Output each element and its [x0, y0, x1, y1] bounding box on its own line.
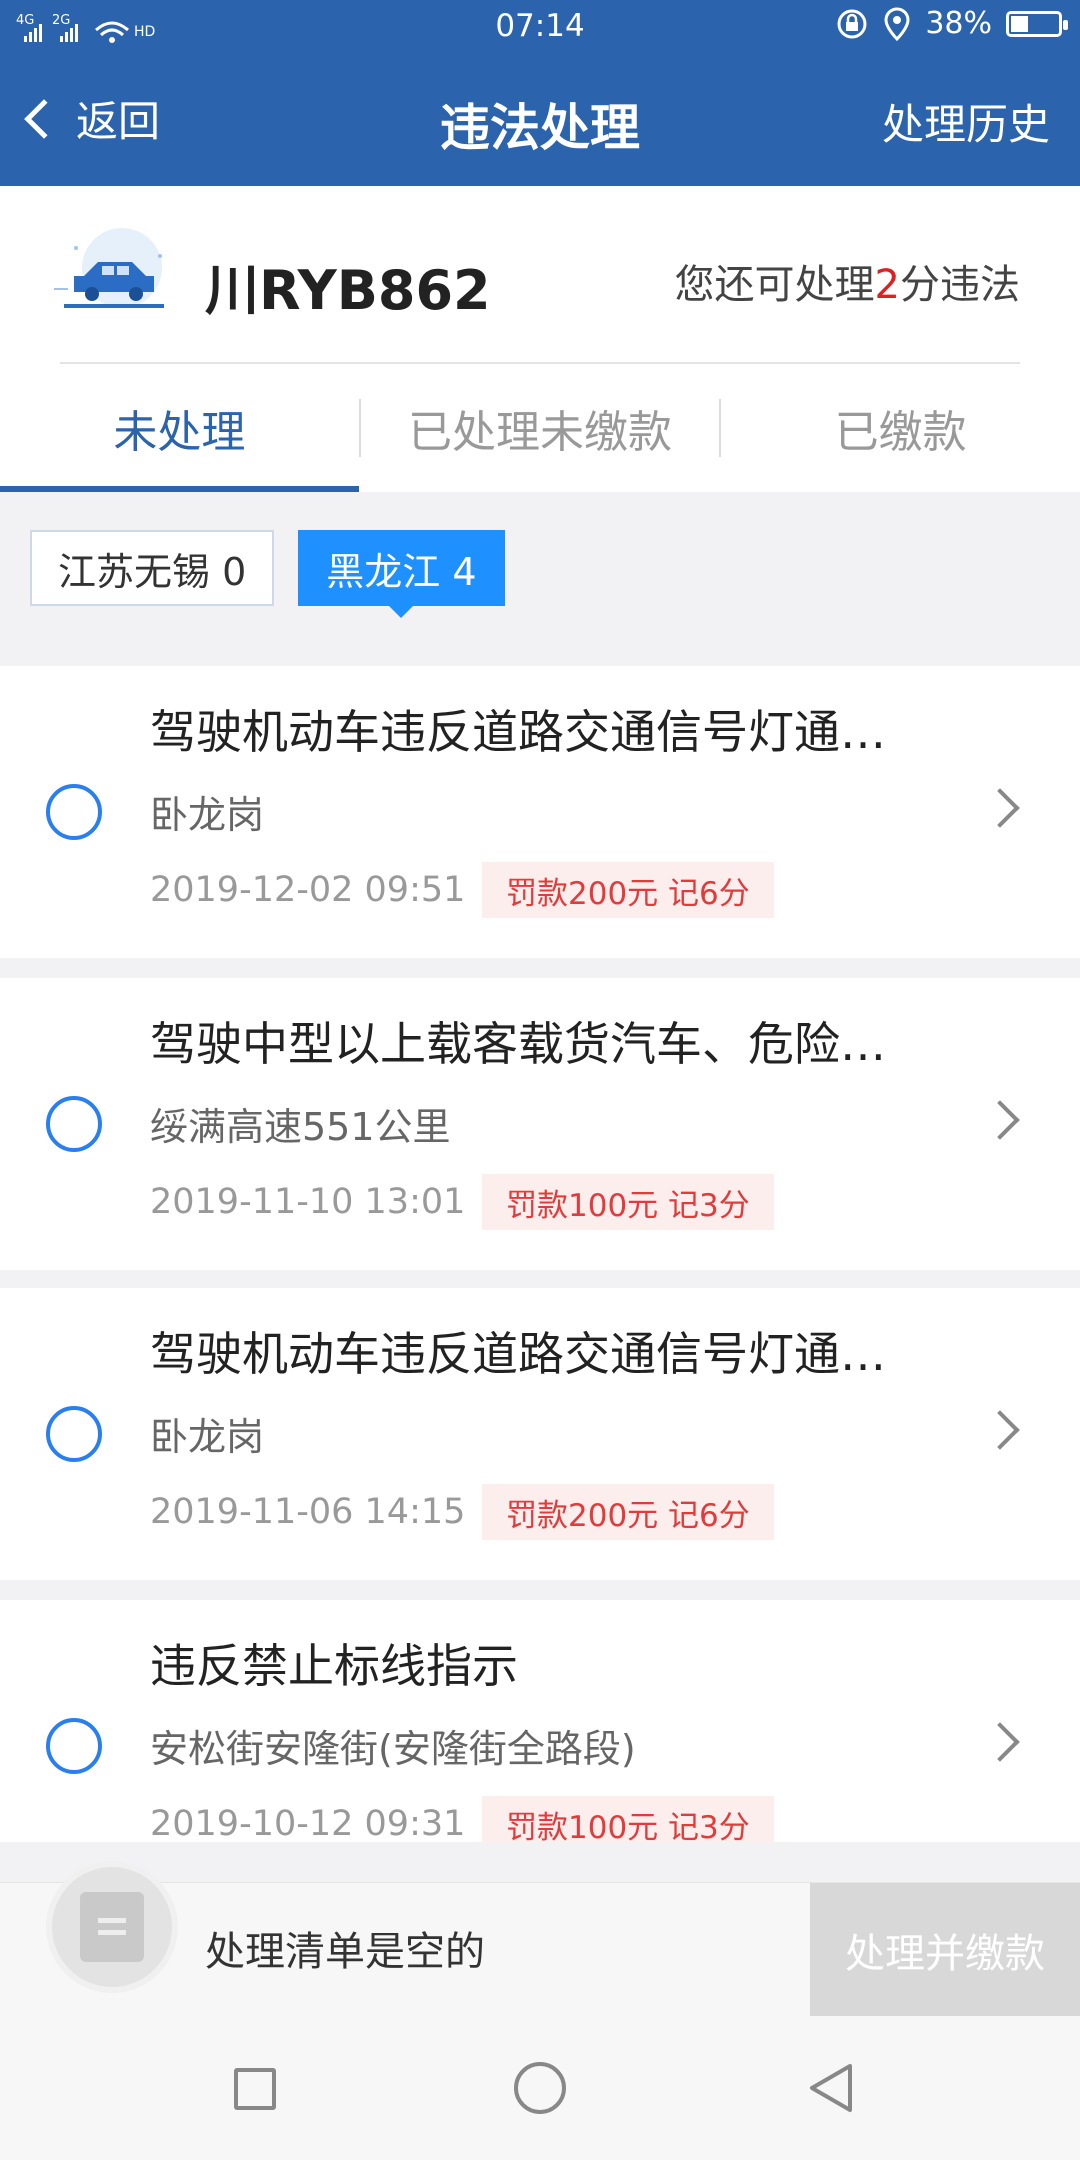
battery-percent: 38% — [925, 6, 992, 41]
violation-location: 绥满高速551公里 — [150, 1105, 451, 1149]
select-radio[interactable] — [46, 1718, 102, 1774]
region-chip-jiangsu-wuxi[interactable]: 江苏无锡 0 — [30, 530, 275, 606]
chevron-right-icon — [980, 788, 1020, 828]
rotation-lock-icon — [837, 9, 867, 38]
violation-item[interactable]: 驾驶机动车违反道路交通信号灯通行的 卧龙岗 2019-12-02 09:51 罚… — [0, 666, 1080, 958]
violation-datetime: 2019-12-02 09:51 — [150, 870, 466, 910]
violation-title: 违反禁止标线指示 — [150, 1639, 518, 1693]
violation-title: 驾驶中型以上载客载货汽车、危险物品 — [150, 1017, 900, 1071]
process-list-button[interactable] — [46, 1861, 178, 1993]
remain-points: 2 — [874, 262, 900, 308]
violation-item[interactable]: 驾驶机动车违反道路交通信号灯通行的 卧龙岗 2019-11-06 14:15 罚… — [0, 1288, 1080, 1580]
tab-unprocessed[interactable]: 未处理 — [0, 364, 359, 492]
chevron-right-icon — [980, 1722, 1020, 1762]
home-icon[interactable] — [514, 2062, 566, 2114]
status-tabs: 未处理 已处理未缴款 已缴款 — [0, 364, 1080, 492]
violation-list: 驾驶机动车违反道路交通信号灯通行的 卧龙岗 2019-12-02 09:51 罚… — [0, 666, 1080, 1842]
remain-suffix: 分违法 — [900, 262, 1020, 308]
region-chip-heilongjiang[interactable]: 黑龙江 4 — [298, 530, 505, 618]
violation-location: 卧龙岗 — [150, 1415, 265, 1459]
violation-location: 安松街安隆街(安隆街全路段) — [150, 1727, 636, 1771]
select-radio[interactable] — [46, 1096, 102, 1152]
fine-badge: 罚款100元 记3分 — [482, 1174, 774, 1230]
remain-prefix: 您还可处理 — [674, 262, 875, 308]
battery-fill — [1011, 15, 1029, 32]
violation-title: 驾驶机动车违反道路交通信号灯通行的 — [150, 705, 900, 759]
remaining-points-text: 您还可处理2分违法 — [675, 252, 1020, 310]
status-right: 38% — [835, 6, 1068, 41]
fine-badge: 罚款200元 记6分 — [482, 1484, 774, 1540]
select-radio[interactable] — [46, 1406, 102, 1462]
history-button[interactable]: 处理历史 — [882, 91, 1050, 152]
list-icon — [80, 1892, 144, 1962]
violation-datetime: 2019-10-12 09:31 — [150, 1804, 466, 1842]
back-triangle-icon[interactable] — [806, 2062, 856, 2114]
region-filter: 江苏无锡 0 黑龙江 4 — [30, 530, 505, 618]
fine-badge: 罚款100元 记3分 — [482, 1796, 774, 1842]
car-icon — [54, 228, 164, 308]
app-header: 返回 违法处理 处理历史 — [0, 56, 1080, 186]
violation-datetime: 2019-11-06 14:15 — [150, 1492, 466, 1532]
violation-datetime: 2019-11-10 13:01 — [150, 1182, 466, 1222]
status-bar: 4G 2G HD 07:14 38% — [0, 0, 1080, 56]
fine-badge: 罚款200元 记6分 — [482, 862, 774, 918]
battery-icon — [1006, 10, 1068, 37]
process-and-pay-button[interactable]: 处理并缴款 — [810, 1883, 1080, 2017]
select-radio[interactable] — [46, 784, 102, 840]
location-icon — [884, 6, 910, 41]
tab-paid[interactable]: 已缴款 — [721, 364, 1080, 492]
tab-processed-unpaid[interactable]: 已处理未缴款 — [361, 364, 720, 492]
license-plate: 川RYB862 — [205, 259, 491, 322]
recent-apps-icon[interactable] — [234, 2068, 276, 2110]
chevron-right-icon — [980, 1100, 1020, 1140]
violation-location: 卧龙岗 — [150, 793, 265, 837]
chevron-right-icon — [980, 1410, 1020, 1450]
vehicle-header: 川RYB862 您还可处理2分违法 未处理 已处理未缴款 已缴款 — [0, 186, 1080, 492]
system-nav-bar — [0, 2016, 1080, 2160]
violation-title: 驾驶机动车违反道路交通信号灯通行的 — [150, 1327, 900, 1381]
empty-list-text: 处理清单是空的 — [205, 1929, 485, 1975]
violation-item[interactable]: 驾驶中型以上载客载货汽车、危险物品 绥满高速551公里 2019-11-10 1… — [0, 978, 1080, 1270]
bottom-action-bar: 处理清单是空的 处理并缴款 — [0, 1861, 1080, 2017]
violation-item[interactable]: 违反禁止标线指示 安松街安隆街(安隆街全路段) 2019-10-12 09:31… — [0, 1600, 1080, 1842]
